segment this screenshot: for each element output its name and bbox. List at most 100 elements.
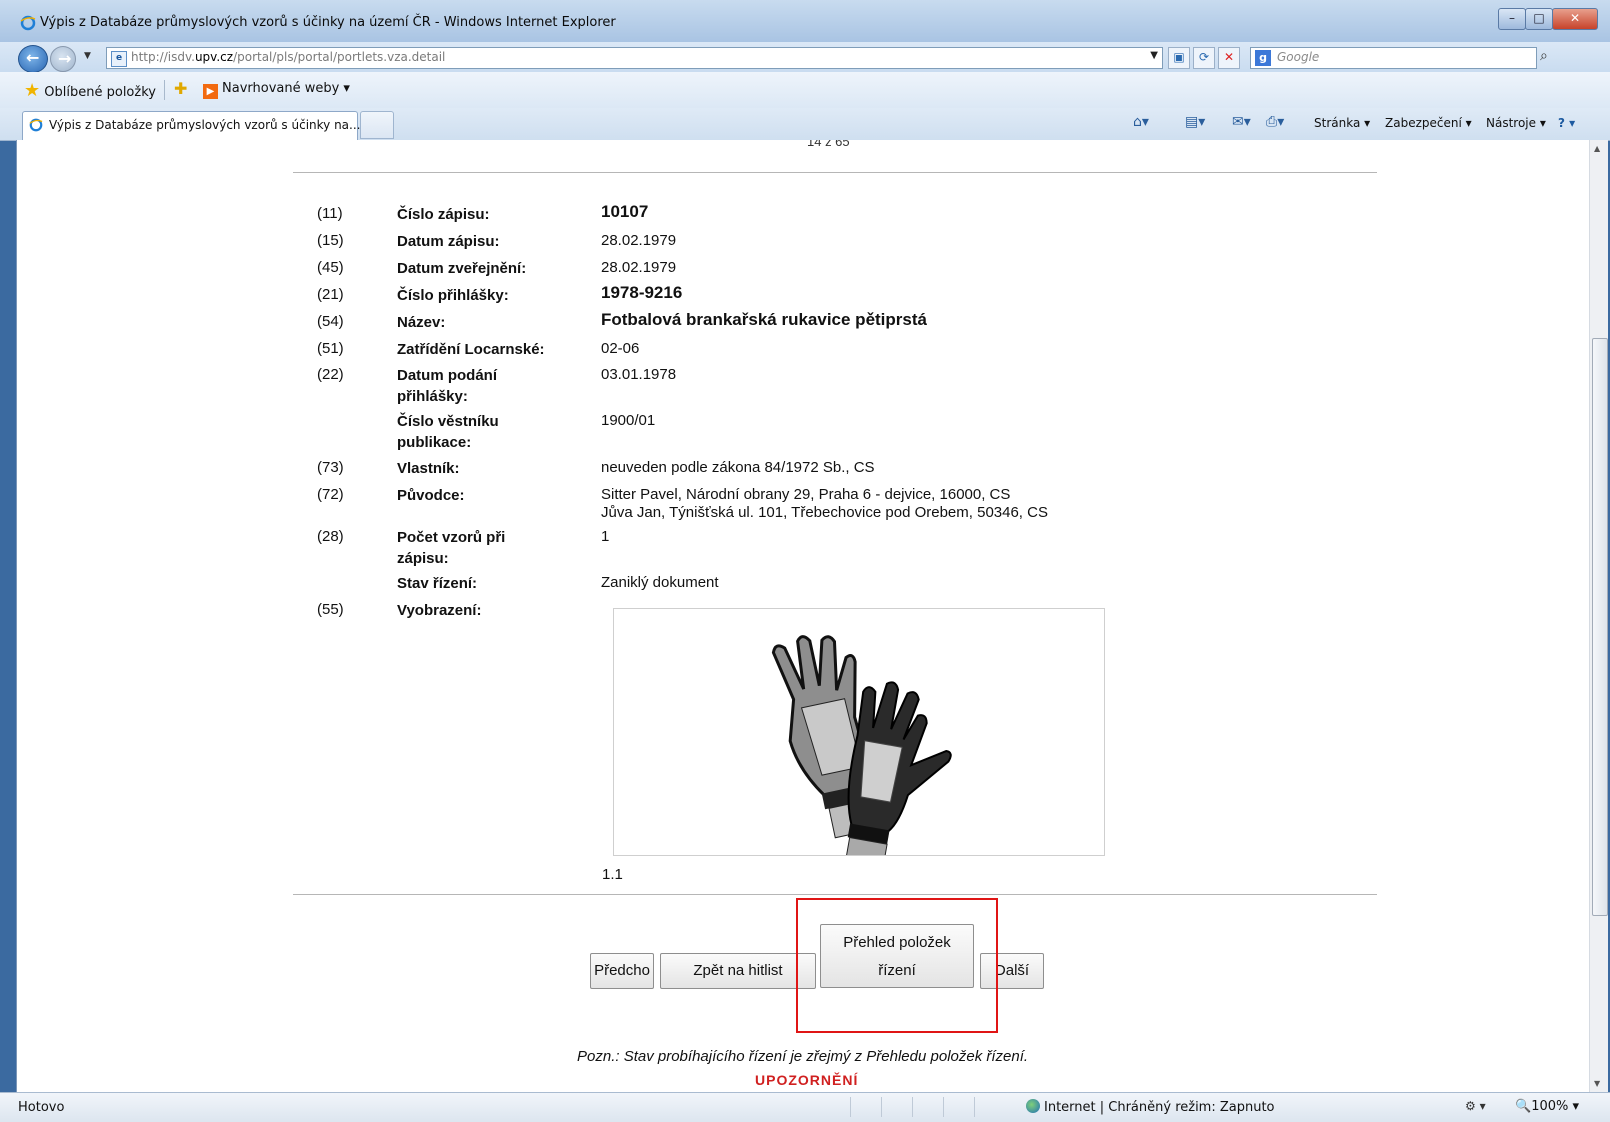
- field-label: Zatřídění Locarnské:: [397, 341, 545, 358]
- page-content: 14 z 65 (11) Číslo zápisu: 10107 (15) Da…: [16, 140, 1591, 1092]
- field-label: Datum zápisu:: [397, 233, 500, 250]
- scroll-up-icon[interactable]: ▲: [1594, 144, 1600, 153]
- field-value: Fotbalová brankařská rukavice pětiprstá: [601, 310, 927, 329]
- address-toolbar: ← → ▼ e http://isdv.upv.cz/portal/pls/po…: [0, 42, 1610, 73]
- mail-icon[interactable]: ✉▾: [1232, 114, 1251, 130]
- field-value: Sitter Pavel, Národní obrany 29, Praha 6…: [601, 486, 1011, 503]
- protected-mode-icon[interactable]: ⚙ ▾: [1465, 1099, 1486, 1113]
- field-value: neuveden podle zákona 84/1972 Sb., CS: [601, 459, 875, 476]
- help-menu[interactable]: ? ▾: [1558, 116, 1575, 130]
- field-code: (51): [317, 340, 344, 357]
- field-code: (22): [317, 366, 344, 383]
- search-box[interactable]: g Google: [1250, 47, 1537, 69]
- field-code: (55): [317, 601, 344, 618]
- divider: [164, 80, 165, 100]
- field-value-line2: Jůva Jan, Týnišťská ul. 101, Třebechovic…: [601, 504, 1048, 521]
- field-code: (73): [317, 459, 344, 476]
- status-cells: [850, 1097, 1005, 1117]
- field-label: Číslo věstníku publikace:: [397, 413, 499, 451]
- gloves-illustration: [771, 635, 952, 875]
- divider: [293, 894, 1377, 895]
- ie-logo-icon: [20, 15, 36, 31]
- history-dropdown-icon[interactable]: ▼: [84, 51, 91, 61]
- google-icon: g: [1255, 50, 1271, 66]
- new-tab-button[interactable]: [360, 111, 394, 139]
- field-label: Číslo zápisu:: [397, 206, 490, 223]
- field-label: Číslo přihlášky:: [397, 287, 509, 304]
- scroll-down-icon[interactable]: ▼: [1594, 1079, 1600, 1088]
- tools-menu[interactable]: Nástroje ▾: [1486, 116, 1546, 130]
- search-go-icon[interactable]: ⌕: [1540, 48, 1548, 64]
- field-label: Datum podání přihlášky:: [397, 367, 497, 405]
- favorites-button[interactable]: ★ Oblíbené položky: [24, 80, 156, 101]
- safety-menu[interactable]: Zabezpečení ▾: [1385, 116, 1472, 130]
- tab-active[interactable]: Výpis z Databáze průmyslových vzorů s úč…: [22, 111, 361, 140]
- field-code: (21): [317, 286, 344, 303]
- add-favorite-icon[interactable]: ✚: [174, 79, 187, 98]
- field-label: Název:: [397, 314, 446, 331]
- back-arrow-icon: ←: [26, 48, 40, 67]
- minimize-button[interactable]: –: [1498, 8, 1526, 30]
- scrollbar-thumb[interactable]: [1592, 338, 1608, 916]
- close-button[interactable]: ✕: [1552, 8, 1598, 30]
- design-image[interactable]: [613, 608, 1105, 875]
- field-value: 1: [601, 528, 610, 545]
- address-bar[interactable]: e http://isdv.upv.cz/portal/pls/portal/p…: [106, 47, 1163, 69]
- previous-button[interactable]: Předcho: [590, 953, 654, 989]
- field-label: Počet vzorů při zápisu:: [397, 529, 506, 567]
- home-icon[interactable]: ⌂▾: [1133, 114, 1149, 130]
- back-button[interactable]: ←: [18, 45, 48, 73]
- security-zone[interactable]: Internet | Chráněný režim: Zapnuto: [1026, 1099, 1275, 1115]
- field-code: (28): [317, 528, 344, 545]
- field-value: 1978-9216: [601, 283, 683, 302]
- compatibility-view-icon[interactable]: ▣: [1168, 47, 1190, 69]
- ie-tab-icon: [29, 118, 43, 132]
- field-label: Vyobrazení:: [397, 602, 482, 619]
- suggested-sites-icon: ▶: [203, 84, 218, 99]
- zoom-icon: 🔍: [1515, 1099, 1532, 1114]
- favorites-bar: ★ Oblíbené položky ✚ ▶ Navrhované weby ▾: [0, 72, 1610, 109]
- field-label: Původce:: [397, 487, 465, 504]
- field-value: 28.02.1979: [601, 259, 677, 276]
- field-label: Vlastník:: [397, 460, 460, 477]
- status-text: Hotovo: [18, 1100, 65, 1115]
- address-dropdown-icon[interactable]: ▼: [1150, 50, 1158, 61]
- warning-heading: UPOZORNĚNÍ: [755, 1072, 859, 1088]
- field-code: (45): [317, 259, 344, 276]
- feeds-icon[interactable]: ▤▾: [1185, 114, 1205, 130]
- highlight-box: [796, 898, 998, 1033]
- forward-button[interactable]: →: [50, 46, 76, 72]
- url-text[interactable]: http://isdv.upv.cz/portal/pls/portal/por…: [131, 50, 445, 64]
- page-icon: e: [111, 51, 127, 67]
- proceedings-note: Pozn.: Stav probíhajícího řízení je zřej…: [577, 1048, 1029, 1065]
- tab-label: Výpis z Databáze průmyslových vzorů s úč…: [49, 118, 361, 132]
- globe-icon: [1026, 1099, 1040, 1113]
- vertical-scrollbar[interactable]: ▲ ▼: [1589, 140, 1608, 1092]
- zoom-control[interactable]: 🔍100% ▾: [1515, 1099, 1579, 1114]
- image-caption: 1.1: [602, 866, 623, 883]
- print-icon[interactable]: ⎙▾: [1266, 114, 1284, 130]
- maximize-button[interactable]: □: [1525, 8, 1553, 30]
- favorites-star-icon: ★: [24, 80, 41, 101]
- divider: [293, 172, 1377, 173]
- field-value: 03.01.1978: [601, 366, 677, 383]
- back-to-hitlist-button[interactable]: Zpět na hitlist: [660, 953, 816, 989]
- window-title: Výpis z Databáze průmyslových vzorů s úč…: [40, 15, 616, 30]
- refresh-icon[interactable]: ⟳: [1193, 47, 1215, 69]
- field-label: Datum zveřejnění:: [397, 260, 527, 277]
- field-code: (11): [317, 205, 343, 222]
- status-bar: Hotovo Internet | Chráněný režim: Zapnut…: [0, 1092, 1610, 1122]
- field-code: (72): [317, 486, 344, 503]
- suggested-sites-button[interactable]: ▶ Navrhované weby ▾: [203, 81, 350, 99]
- page-menu[interactable]: Stránka ▾: [1314, 116, 1370, 130]
- field-value: 02-06: [601, 340, 640, 357]
- field-value: 10107: [601, 202, 649, 221]
- stop-icon[interactable]: ✕: [1218, 47, 1240, 69]
- tab-bar: Výpis z Databáze průmyslových vzorů s úč…: [0, 108, 1610, 141]
- field-value: 28.02.1979: [601, 232, 677, 249]
- field-code: (15): [317, 232, 344, 249]
- forward-arrow-icon: →: [58, 49, 72, 68]
- result-counter: 14 z 65: [807, 140, 850, 149]
- title-bar: Výpis z Databáze průmyslových vzorů s úč…: [0, 0, 1610, 43]
- back-to-hitlist-label: Zpět na hitlist: [693, 962, 783, 979]
